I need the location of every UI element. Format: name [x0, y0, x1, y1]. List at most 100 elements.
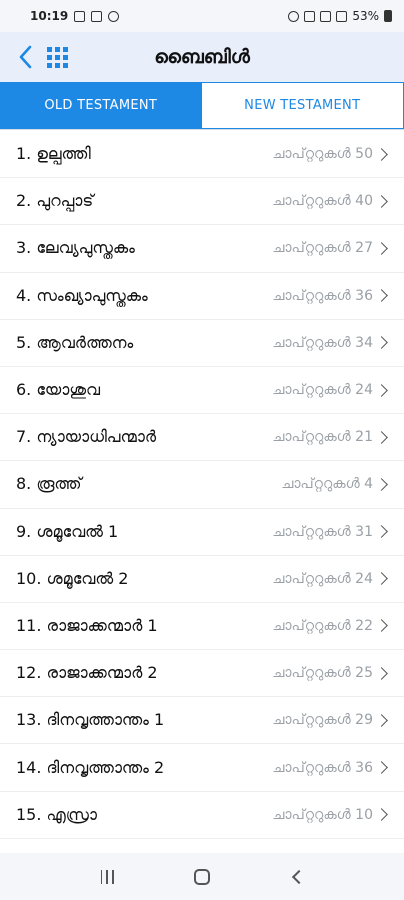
- book-name: 1. ഉല്പത്തി: [16, 144, 91, 164]
- alarm-icon: [288, 10, 300, 22]
- book-meta: ചാപ്റ്ററുകൾ 31: [272, 524, 388, 540]
- mail-notification-icon: [91, 10, 103, 22]
- list-item[interactable]: 2. പുറപ്പാട് ചാപ്റ്ററുകൾ 40: [0, 178, 404, 226]
- list-item[interactable]: 6. യോശുവ ചാപ്റ്ററുകൾ 24: [0, 367, 404, 415]
- tab-new-testament[interactable]: NEW TESTAMENT: [201, 82, 404, 129]
- book-meta: ചാപ്റ്ററുകൾ 10: [272, 807, 388, 823]
- recents-button[interactable]: [77, 857, 137, 897]
- chapter-count: ചാപ്റ്ററുകൾ 29: [272, 712, 373, 729]
- list-item[interactable]: 14. ദിനവൃത്താന്തം 2 ചാപ്റ്ററുകൾ 36: [0, 744, 404, 792]
- chapter-count: ചാപ്റ്ററുകൾ 10: [272, 806, 373, 823]
- chevron-right-icon: [375, 478, 388, 491]
- back-button[interactable]: [12, 32, 38, 82]
- book-name: 12. രാജാക്കന്മാർ 2: [16, 663, 158, 683]
- chapter-count: ചാപ്റ്ററുകൾ 36: [272, 287, 373, 304]
- chapter-count: ചാപ്റ്ററുകൾ 25: [272, 665, 373, 682]
- chapter-count: ചാപ്റ്ററുകൾ 36: [272, 759, 373, 776]
- chevron-right-icon: [375, 761, 388, 774]
- chevron-right-icon: [375, 289, 388, 303]
- book-meta: ചാപ്റ്ററുകൾ 24: [272, 382, 388, 398]
- status-bar: 10:19 53%: [0, 0, 404, 32]
- list-item[interactable]: 1. ഉല്പത്തി ചാപ്റ്ററുകൾ 50: [0, 131, 404, 179]
- book-name: 10. ശമൂവേൽ 2: [16, 568, 129, 588]
- book-name: 5. ആവർത്തനം: [16, 332, 134, 352]
- grid-menu-icon: [46, 46, 68, 68]
- book-meta: ചാപ്റ്ററുകൾ 27: [272, 240, 388, 256]
- status-left: 10:19: [30, 9, 120, 23]
- list-item[interactable]: 15. എസ്രാ ചാപ്റ്ററുകൾ 10: [0, 792, 404, 839]
- book-name: 4. സംഖ്യാപുസ്തകം: [16, 285, 148, 305]
- signal-icon: [336, 10, 348, 22]
- book-meta: ചാപ്റ്ററുകൾ 21: [272, 429, 388, 445]
- chevron-right-icon: [375, 713, 388, 727]
- wifi-calling-icon: [320, 10, 332, 22]
- status-right: 53%: [288, 9, 392, 23]
- testament-tabs: OLD TESTAMENT NEW TESTAMENT: [0, 82, 404, 130]
- chevron-right-icon: [375, 242, 388, 255]
- home-button[interactable]: [172, 857, 232, 897]
- book-name: 9. ശമൂവേൽ 1: [16, 521, 119, 541]
- list-item[interactable]: 13. ദിനവൃത്താന്തം 1 ചാപ്റ്ററുകൾ 29: [0, 697, 404, 745]
- book-meta: ചാപ്റ്ററുകൾ 34: [272, 335, 388, 351]
- book-meta: ചാപ്റ്ററുകൾ 36: [272, 760, 388, 776]
- battery-icon: [384, 10, 392, 22]
- list-item[interactable]: 5. ആവർത്തനം ചാപ്റ്ററുകൾ 34: [0, 320, 404, 367]
- chapter-count: ചാപ്റ്ററുകൾ 24: [272, 570, 373, 587]
- chapter-count: ചാപ്റ്ററുകൾ 50: [272, 146, 373, 163]
- chapter-count: ചാപ്റ്ററുകൾ 21: [272, 429, 373, 446]
- chapter-count: ചാപ്റ്ററുകൾ 4: [281, 476, 373, 493]
- book-name: 6. യോശുവ: [16, 380, 101, 400]
- chevron-right-icon: [375, 619, 388, 633]
- book-name: 13. ദിനവൃത്താന്തം 1: [16, 710, 165, 730]
- mute-icon: [304, 10, 316, 22]
- chevron-right-icon: [375, 666, 388, 680]
- home-icon: [193, 868, 210, 885]
- book-name: 2. പുറപ്പാട്: [16, 191, 94, 211]
- chapter-count: ചാപ്റ്ററുകൾ 31: [272, 523, 373, 540]
- system-nav-bar: [0, 853, 404, 900]
- chevron-right-icon: [375, 383, 388, 397]
- book-meta: ചാപ്റ്ററുകൾ 40: [272, 193, 388, 209]
- recents-icon: [100, 869, 115, 884]
- chapter-count: ചാപ്റ്ററുകൾ 22: [272, 617, 373, 634]
- chevron-right-icon: [375, 572, 388, 586]
- lock-notification-icon: [108, 10, 120, 22]
- list-item[interactable]: 12. രാജാക്കന്മാർ 2 ചാപ്റ്ററുകൾ 25: [0, 650, 404, 698]
- system-back-button[interactable]: [267, 857, 327, 897]
- book-name: 3. ലേവ്യപുസ്തകം: [16, 238, 135, 258]
- app-bar: ബൈബിൾ: [0, 32, 404, 82]
- book-name: 7. ന്യായാധിപന്മാർ: [16, 427, 157, 447]
- chapter-count: ചാപ്റ്ററുകൾ 27: [272, 240, 373, 257]
- list-item[interactable]: 10. ശമൂവേൽ 2 ചാപ്റ്ററുകൾ 24: [0, 556, 404, 603]
- battery-percent: 53%: [352, 9, 379, 23]
- book-meta: ചാപ്റ്ററുകൾ 50: [272, 146, 388, 162]
- list-item[interactable]: 3. ലേവ്യപുസ്തകം ചാപ്റ്ററുകൾ 27: [0, 225, 404, 273]
- book-grid-button[interactable]: [42, 32, 72, 82]
- list-item[interactable]: 4. സംഖ്യാപുസ്തകം ചാപ്റ്ററുകൾ 36: [0, 273, 404, 320]
- tab-old-testament[interactable]: OLD TESTAMENT: [0, 82, 202, 129]
- back-icon: [291, 869, 306, 884]
- chevron-right-icon: [375, 336, 388, 350]
- chevron-right-icon: [375, 147, 388, 161]
- list-item[interactable]: 9. ശമൂവേൽ 1 ചാപ്റ്ററുകൾ 31: [0, 509, 404, 556]
- book-meta: ചാപ്റ്ററുകൾ 36: [272, 288, 388, 304]
- list-item[interactable]: 7. ന്യായാധിപന്മാർ ചാപ്റ്ററുകൾ 21: [0, 414, 404, 462]
- book-meta: ചാപ്റ്ററുകൾ 29: [272, 712, 388, 728]
- book-meta: ചാപ്റ്ററുകൾ 4: [281, 476, 388, 492]
- status-time: 10:19: [30, 9, 69, 23]
- book-name: 15. എസ്രാ: [16, 804, 98, 824]
- chevron-right-icon: [375, 194, 388, 208]
- list-item[interactable]: 8. രൂത്ത് ചാപ്റ്ററുകൾ 4: [0, 461, 404, 509]
- book-name: 11. രാജാക്കന്മാർ 1: [16, 615, 158, 635]
- chapter-count: ചാപ്റ്ററുകൾ 34: [272, 334, 373, 351]
- book-meta: ചാപ്റ്ററുകൾ 22: [272, 618, 388, 634]
- chapter-count: ചാപ്റ്ററുകൾ 40: [272, 193, 373, 210]
- list-item[interactable]: 11. രാജാക്കന്മാർ 1 ചാപ്റ്ററുകൾ 22: [0, 603, 404, 651]
- chapter-count: ചാപ്റ്ററുകൾ 24: [272, 382, 373, 399]
- book-meta: ചാപ്റ്ററുകൾ 24: [272, 571, 388, 587]
- chevron-left-icon: [19, 45, 32, 69]
- chevron-right-icon: [375, 525, 388, 538]
- book-name: 8. രൂത്ത്: [16, 474, 82, 494]
- book-name: 14. ദിനവൃത്താന്തം 2: [16, 757, 165, 777]
- book-meta: ചാപ്റ്ററുകൾ 25: [272, 665, 388, 681]
